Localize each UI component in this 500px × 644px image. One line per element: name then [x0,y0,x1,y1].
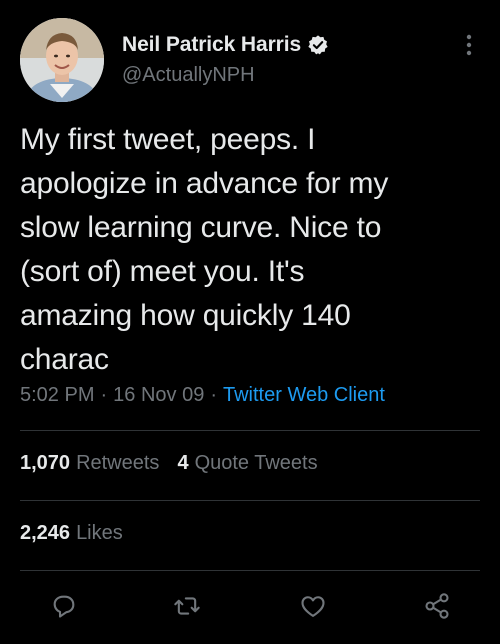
likes-count: 2,246 [20,522,71,544]
heart-icon [299,592,327,625]
retweets-count: 1,070 [20,452,71,474]
retweet-icon [173,592,201,625]
retweets-stat[interactable]: 1,070 Retweets [20,452,159,475]
user-handle[interactable]: @ActuallyNPH [122,64,255,87]
tweet-client-link[interactable]: Twitter Web Client [223,384,385,407]
share-icon [423,592,451,625]
divider [20,430,480,431]
tweet-text: My first tweet, peeps. I apologize in ad… [20,123,389,376]
meta-separator: · [100,384,108,406]
likes-stat[interactable]: 2,246 Likes [20,522,123,545]
meta-separator: · [210,384,217,406]
quote-tweets-count: 4 [177,452,189,474]
quote-tweets-stat[interactable]: 4 Quote Tweets [177,452,317,475]
more-dots-icon[interactable] [466,34,472,56]
tweet-time[interactable]: 5:02 PM [20,384,94,407]
divider [20,500,480,501]
like-button[interactable] [293,588,333,628]
verified-badge-icon [307,34,329,56]
retweets-label: Retweets [76,452,160,474]
profile-photo [20,18,104,102]
tweet-detail: Neil Patrick Harris @ActuallyNPH My firs… [0,0,500,644]
display-name[interactable]: Neil Patrick Harris [122,33,301,57]
author-name-row[interactable]: Neil Patrick Harris [122,30,329,60]
stats-row-likes: 2,246 Likes [20,522,123,545]
retweet-button[interactable] [167,588,207,628]
divider [20,570,480,571]
likes-label: Likes [76,522,123,544]
avatar[interactable] [20,18,104,102]
quote-tweets-label: Quote Tweets [194,452,318,474]
tweet-meta: 5:02 PM · 16 Nov 09 · Twitter Web Client [20,384,385,407]
action-bar [0,588,500,628]
reply-button[interactable] [44,588,84,628]
reply-icon [50,592,78,625]
tweet-date[interactable]: 16 Nov 09 [113,384,204,407]
stats-row-retweets: 1,070 Retweets 4 Quote Tweets [20,452,318,475]
share-button[interactable] [417,588,457,628]
